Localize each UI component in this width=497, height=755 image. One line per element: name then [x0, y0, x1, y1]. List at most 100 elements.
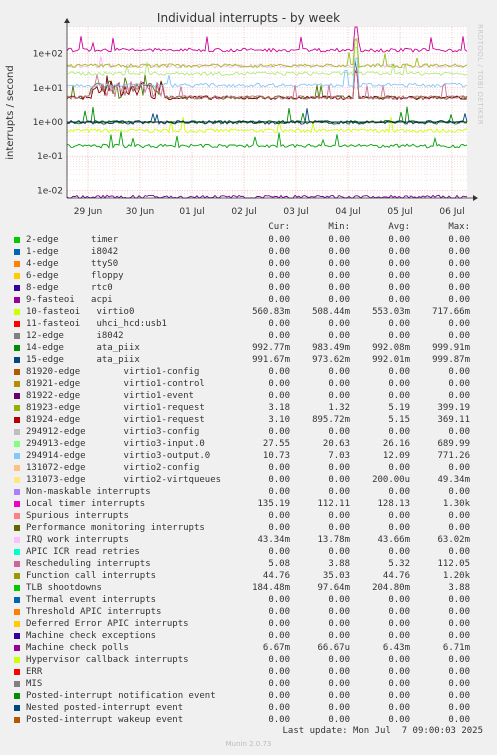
- y-tick-label: 1e+02: [33, 50, 63, 60]
- legend-series-name: 81924-edge virtio1-request: [26, 415, 205, 425]
- legend-row: MIS 0.00 0.00 0.00 0.00: [0, 678, 497, 690]
- legend-swatch: [14, 645, 20, 651]
- legend-max-value: 0.00: [448, 391, 470, 401]
- legend-swatch: [14, 357, 20, 363]
- y-tick-label: 1e-01: [37, 152, 63, 162]
- legend-swatch: [14, 453, 20, 459]
- legend-avg-value: 0.00: [388, 607, 410, 617]
- y-tick-label: 1e+00: [33, 118, 64, 128]
- legend-row: 81922-edge virtio1-event 0.00 0.00 0.00 0.00: [0, 390, 497, 402]
- legend-swatch: [14, 669, 20, 675]
- legend-series-name: 81920-edge virtio1-config: [26, 367, 200, 377]
- legend-cur-value: 0.00: [268, 631, 290, 641]
- legend-row: APIC ICR read retries 0.00 0.00 0.00 0.00: [0, 546, 497, 558]
- legend-min-value: 0.00: [328, 511, 350, 521]
- legend-row: 81924-edge virtio1-request 3.10 895.72m 5.1…: [0, 414, 497, 426]
- legend-max-value: 999.91m: [432, 343, 470, 353]
- legend-max-value: 0.00: [448, 259, 470, 269]
- legend-max-value: 1.30k: [442, 499, 470, 509]
- legend-min-value: 973.62m: [312, 355, 350, 365]
- legend-min-value: 0.00: [328, 715, 350, 725]
- y-tick-label: 1e+01: [33, 84, 63, 94]
- legend-cur-value: 0.00: [268, 475, 290, 485]
- legend-row: IRQ work interrupts 43.34m 13.78m 43.66m 63.…: [0, 534, 497, 546]
- legend-avg-value: 0.00: [388, 319, 410, 329]
- legend-swatch: [14, 381, 20, 387]
- legend-swatch: [14, 297, 20, 303]
- legend-series-name: Machine check exceptions: [26, 631, 157, 641]
- legend-max-value: 717.66m: [432, 307, 470, 317]
- legend-min-value: 0.00: [328, 463, 350, 473]
- legend-avg-value: 0.00: [388, 367, 410, 377]
- legend-header-cur: Cur:: [268, 222, 290, 232]
- munin-version: Munin 2.0.73: [225, 740, 272, 748]
- legend-swatch: [14, 705, 20, 711]
- legend-swatch: [14, 429, 20, 435]
- legend-row: 2-edge timer 0.00 0.00 0.00 0.00: [0, 234, 497, 246]
- legend-avg-value: 0.00: [388, 703, 410, 713]
- legend-swatch: [14, 621, 20, 627]
- legend-row: 81921-edge virtio1-control 0.00 0.00 0.00 0.…: [0, 378, 497, 390]
- legend-row: Function call interrupts 44.76 35.03 44.76 1…: [0, 570, 497, 582]
- legend-swatch: [14, 237, 20, 243]
- legend-series-name: Rescheduling interrupts: [26, 559, 151, 569]
- legend-row: Rescheduling interrupts 5.08 3.88 5.32 112.0…: [0, 558, 497, 570]
- x-axis-arrow: [473, 195, 478, 201]
- legend-series-name: 131072-edge virtio2-config: [26, 463, 200, 473]
- legend-series-name: Local timer interrupts: [26, 499, 146, 509]
- legend-avg-value: 0.00: [388, 595, 410, 605]
- legend-min-value: 508.44m: [312, 307, 350, 317]
- legend-min-value: 20.63: [322, 439, 350, 449]
- legend-cur-value: 0.00: [268, 283, 290, 293]
- legend-avg-value: 0.00: [388, 679, 410, 689]
- legend-cur-value: 44.76: [262, 571, 290, 581]
- legend-min-value: 0.00: [328, 655, 350, 665]
- legend-series-name: Hypervisor callback interrupts: [26, 655, 189, 665]
- legend-row: 9-fasteoi acpi 0.00 0.00 0.00 0.00: [0, 294, 497, 306]
- y-axis-label: interrupts / second: [5, 65, 16, 159]
- legend-series-name: 294914-edge virtio3-output.0: [26, 451, 211, 461]
- legend-max-value: 0.00: [448, 283, 470, 293]
- legend-min-value: 0.00: [328, 295, 350, 305]
- legend-cur-value: 0.00: [268, 235, 290, 245]
- legend-min-value: 0.00: [328, 283, 350, 293]
- legend-row: 4-edge ttyS0 0.00 0.00 0.00 0.00: [0, 258, 497, 270]
- legend-swatch: [14, 693, 20, 699]
- legend-min-value: 0.00: [328, 259, 350, 269]
- legend-avg-value: 44.76: [382, 571, 410, 581]
- legend-series-name: TLB shootdowns: [26, 583, 102, 593]
- legend-min-value: 0.00: [328, 235, 350, 245]
- legend-series-name: 10-fasteoi virtio0: [26, 307, 135, 317]
- legend-swatch: [14, 261, 20, 267]
- legend-row: 81923-edge virtio1-request 3.18 1.32 5.19 39…: [0, 402, 497, 414]
- y-axis-arrow: [64, 18, 70, 23]
- legend-cur-value: 0.00: [268, 295, 290, 305]
- legend-cur-value: 992.77m: [252, 343, 290, 353]
- legend-avg-value: 128.13: [377, 499, 410, 509]
- y-tick-label: 1e-02: [37, 186, 63, 196]
- legend-min-value: 97.64m: [317, 583, 350, 593]
- legend-series-name: 2-edge timer: [26, 235, 119, 245]
- chart-plot: 29 Jun 30 Jun 01 Jul 02 Jul 03 Jul 04 Jul 05 J…: [5, 18, 478, 217]
- legend-min-value: 112.11: [317, 499, 350, 509]
- legend-cur-value: 0.00: [268, 259, 290, 269]
- legend: 2-edge timer 0.00 0.00 0.00 0.00 1-edge i8042…: [0, 234, 497, 726]
- legend-series-name: 81922-edge virtio1-event: [26, 391, 194, 401]
- legend-min-value: 0.00: [328, 679, 350, 689]
- legend-max-value: 0.00: [448, 331, 470, 341]
- plot-area: [67, 27, 467, 198]
- legend-series-name: 15-edge ata_piix: [26, 355, 140, 365]
- legend-series-name: 131073-edge virtio2-virtqueues: [26, 475, 222, 485]
- legend-min-value: 0.00: [328, 331, 350, 341]
- legend-cur-value: 0.00: [268, 691, 290, 701]
- legend-cur-value: 0.00: [268, 715, 290, 725]
- legend-series-name: 9-fasteoi acpi: [26, 295, 113, 305]
- legend-row: Posted-interrupt notification event 0.00 0…: [0, 690, 497, 702]
- legend-series-name: MIS: [26, 679, 43, 689]
- legend-max-value: 369.11: [437, 415, 470, 425]
- legend-row: 8-edge rtc0 0.00 0.00 0.00 0.00: [0, 282, 497, 294]
- legend-row: 1-edge i8042 0.00 0.00 0.00 0.00: [0, 246, 497, 258]
- legend-min-value: 0.00: [328, 691, 350, 701]
- legend-series-name: 1-edge i8042: [26, 247, 119, 257]
- legend-row: Thermal event interrupts 0.00 0.00 0.00 0.00: [0, 594, 497, 606]
